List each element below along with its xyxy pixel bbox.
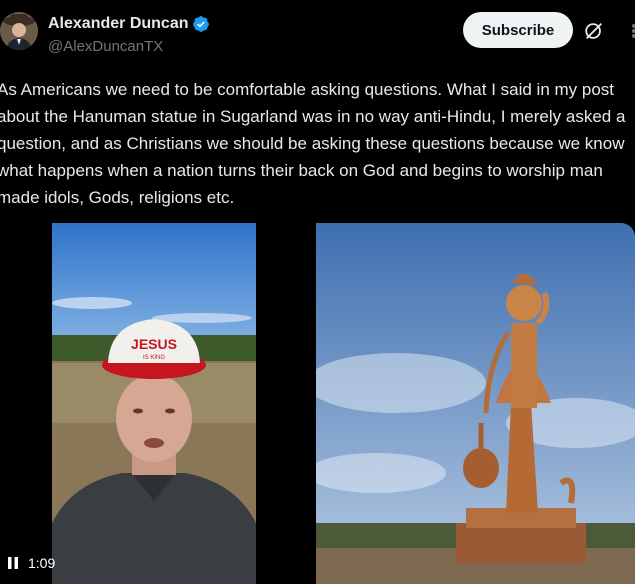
media-container: JESUS IS KING 1:09 [0, 223, 635, 584]
post-header: Alexander Duncan @AlexDuncanTX Subscribe [0, 0, 635, 64]
hat-subtext: IS KING [143, 355, 165, 361]
subscribe-button[interactable]: Subscribe [463, 12, 573, 48]
video-controls: 1:09 [6, 550, 55, 576]
media-image[interactable] [316, 223, 635, 584]
video-time: 1:09 [28, 555, 56, 571]
user-handle[interactable]: @AlexDuncanTX [48, 38, 163, 55]
avatar-image [0, 12, 38, 50]
avatar[interactable] [0, 12, 38, 50]
display-name[interactable]: Alexander Duncan [48, 15, 188, 33]
hanuman-statue-image [316, 223, 635, 584]
video-player[interactable]: JESUS IS KING [52, 223, 256, 584]
video-frame: JESUS IS KING [52, 223, 256, 584]
pause-icon[interactable] [6, 556, 20, 570]
grok-icon[interactable] [583, 20, 605, 42]
hat-text: JESUS [131, 336, 177, 352]
verified-badge-icon [193, 16, 210, 32]
name-row: Alexander Duncan [48, 15, 210, 33]
more-icon[interactable] [620, 16, 635, 46]
post-text: As Americans we need to be comfortable a… [0, 80, 626, 207]
